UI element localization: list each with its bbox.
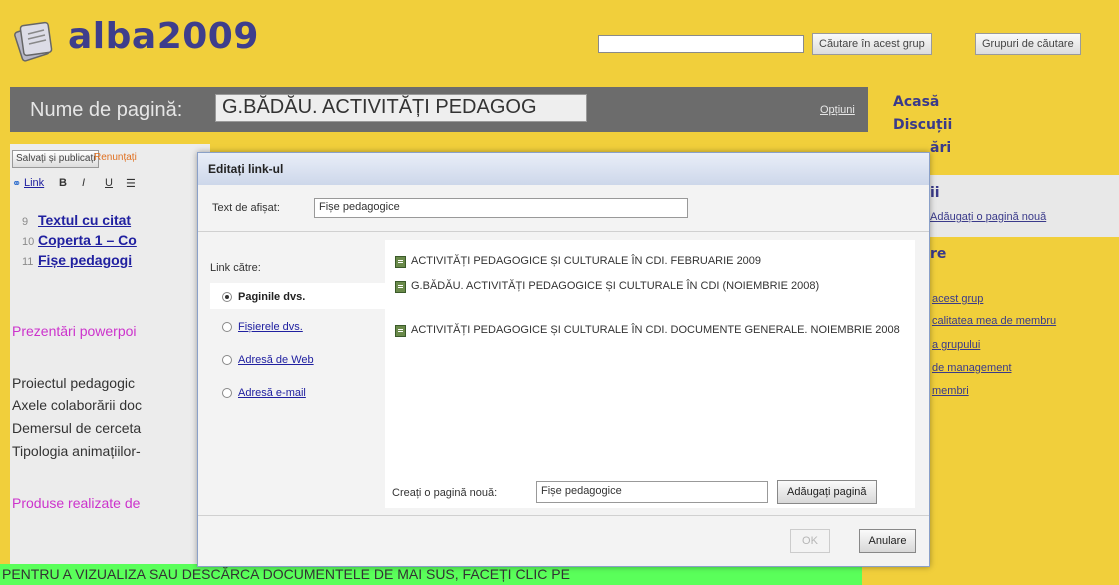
sidebar-link[interactable]: de management <box>932 362 1012 374</box>
nav-email-address[interactable]: Adresă e-mail <box>222 387 306 399</box>
ok-button[interactable]: OK <box>790 529 830 553</box>
page-list: ACTIVITĂȚI PEDAGOGICE ȘI CULTURALE ÎN CD… <box>385 240 915 508</box>
page-icon <box>395 325 406 337</box>
display-text-label: Text de afișat: <box>212 202 280 214</box>
page-list-item[interactable]: ACTIVITĂȚI PEDAGOGICE ȘI CULTURALE ÎN CD… <box>395 254 915 268</box>
radio-icon[interactable] <box>222 355 232 366</box>
italic-button[interactable]: I <box>82 177 85 189</box>
new-page-label: Creați o pagină nouă: <box>392 487 498 499</box>
list-item[interactable]: 9 Textul cu citat <box>22 212 131 228</box>
discard-link[interactable]: Renunțați <box>94 152 137 163</box>
page-list-item[interactable]: G.BĂDĂU. ACTIVITĂȚI PEDAGOGICE ȘI CULTUR… <box>395 279 915 293</box>
radio-icon[interactable] <box>222 388 232 399</box>
nav-your-files[interactable]: Fișierele dvs. <box>222 321 303 333</box>
search-groups-button[interactable]: Grupuri de căutare <box>975 33 1081 55</box>
nav-web-address[interactable]: Adresă de Web <box>222 354 314 366</box>
list-item[interactable]: 11 Fișe pedagogi <box>22 252 132 268</box>
sidebar-item-discussions[interactable]: Discuții <box>893 117 952 133</box>
dialog-header[interactable]: Editați link-ul <box>198 153 929 185</box>
list-button[interactable]: ☰ <box>126 177 136 190</box>
text-line: Demersul de cerceta <box>12 420 142 436</box>
options-link[interactable]: Opțiuni <box>820 104 855 116</box>
download-banner: PENTRU A VIZUALIZA SAU DESCĂRCA DOCUMENT… <box>0 564 862 585</box>
new-page-input[interactable]: Fișe pedagogice <box>536 481 768 503</box>
radio-icon[interactable] <box>222 292 232 303</box>
sidebar-item-pages[interactable]: ări <box>930 140 951 156</box>
sidebar-link[interactable]: membri <box>932 385 969 397</box>
list-item[interactable]: 10 Coperta 1 – Co <box>22 232 137 248</box>
radio-icon[interactable] <box>222 322 232 333</box>
divider <box>198 515 929 516</box>
add-page-button[interactable]: Adăugați pagină <box>777 480 877 504</box>
bold-button[interactable]: B <box>59 177 67 189</box>
divider <box>198 231 929 232</box>
underline-button[interactable]: U <box>105 177 113 189</box>
page-name-bar: Nume de pagină: G.BĂDĂU. ACTIVITĂȚI PEDA… <box>10 87 868 132</box>
page-icon <box>395 281 406 293</box>
nav-your-pages[interactable]: Paginile dvs. <box>222 291 305 303</box>
display-text-input[interactable]: Fișe pedagogice <box>314 198 688 218</box>
dialog-title: Editați link-ul <box>208 162 284 176</box>
editor-toolbar: ⚭ Link B I U ☰ <box>12 177 202 197</box>
site-title[interactable]: alba2009 <box>68 16 259 57</box>
sidebar-link[interactable]: calitatea mea de membru <box>932 315 1056 327</box>
logo-icon <box>14 18 54 62</box>
link-to-label: Link către: <box>210 262 261 274</box>
search-group-button[interactable]: Căutare în acest grup <box>812 33 932 55</box>
page-icon <box>395 256 406 268</box>
text-line: Axele colaborării doc <box>12 397 142 413</box>
sidebar-link[interactable]: acest grup <box>932 293 983 305</box>
edit-link-dialog: Editați link-ul Text de afișat: Fișe ped… <box>197 152 930 567</box>
toolbar-link-button[interactable]: Link <box>24 177 44 189</box>
add-page-link[interactable]: Adăugați o pagină nouă <box>930 211 1046 223</box>
powerpoint-heading: Prezentări powerpoi <box>12 323 137 339</box>
page-name-input[interactable]: G.BĂDĂU. ACTIVITĂȚI PEDAGOG <box>215 94 587 122</box>
text-line: Tipologia animațiilor- <box>12 443 141 459</box>
page-list-item[interactable]: ACTIVITĂȚI PEDAGOGICE ȘI CULTURALE ÎN CD… <box>395 323 915 337</box>
link-icon[interactable]: ⚭ <box>12 177 21 190</box>
text-line: Proiectul pedagogic <box>12 375 135 391</box>
sidebar-section-heading: ii <box>930 185 940 201</box>
sidebar-link[interactable]: a grupului <box>932 339 980 351</box>
save-publish-button[interactable]: Salvați și publicați <box>12 150 100 168</box>
sidebar-section-heading-2: re <box>930 246 947 262</box>
sidebar-item-home[interactable]: Acasă <box>893 94 939 110</box>
cancel-button[interactable]: Anulare <box>859 529 916 553</box>
products-heading: Produse realizate de <box>12 495 141 511</box>
page-name-label: Nume de pagină: <box>30 99 183 121</box>
search-input[interactable] <box>598 35 804 53</box>
